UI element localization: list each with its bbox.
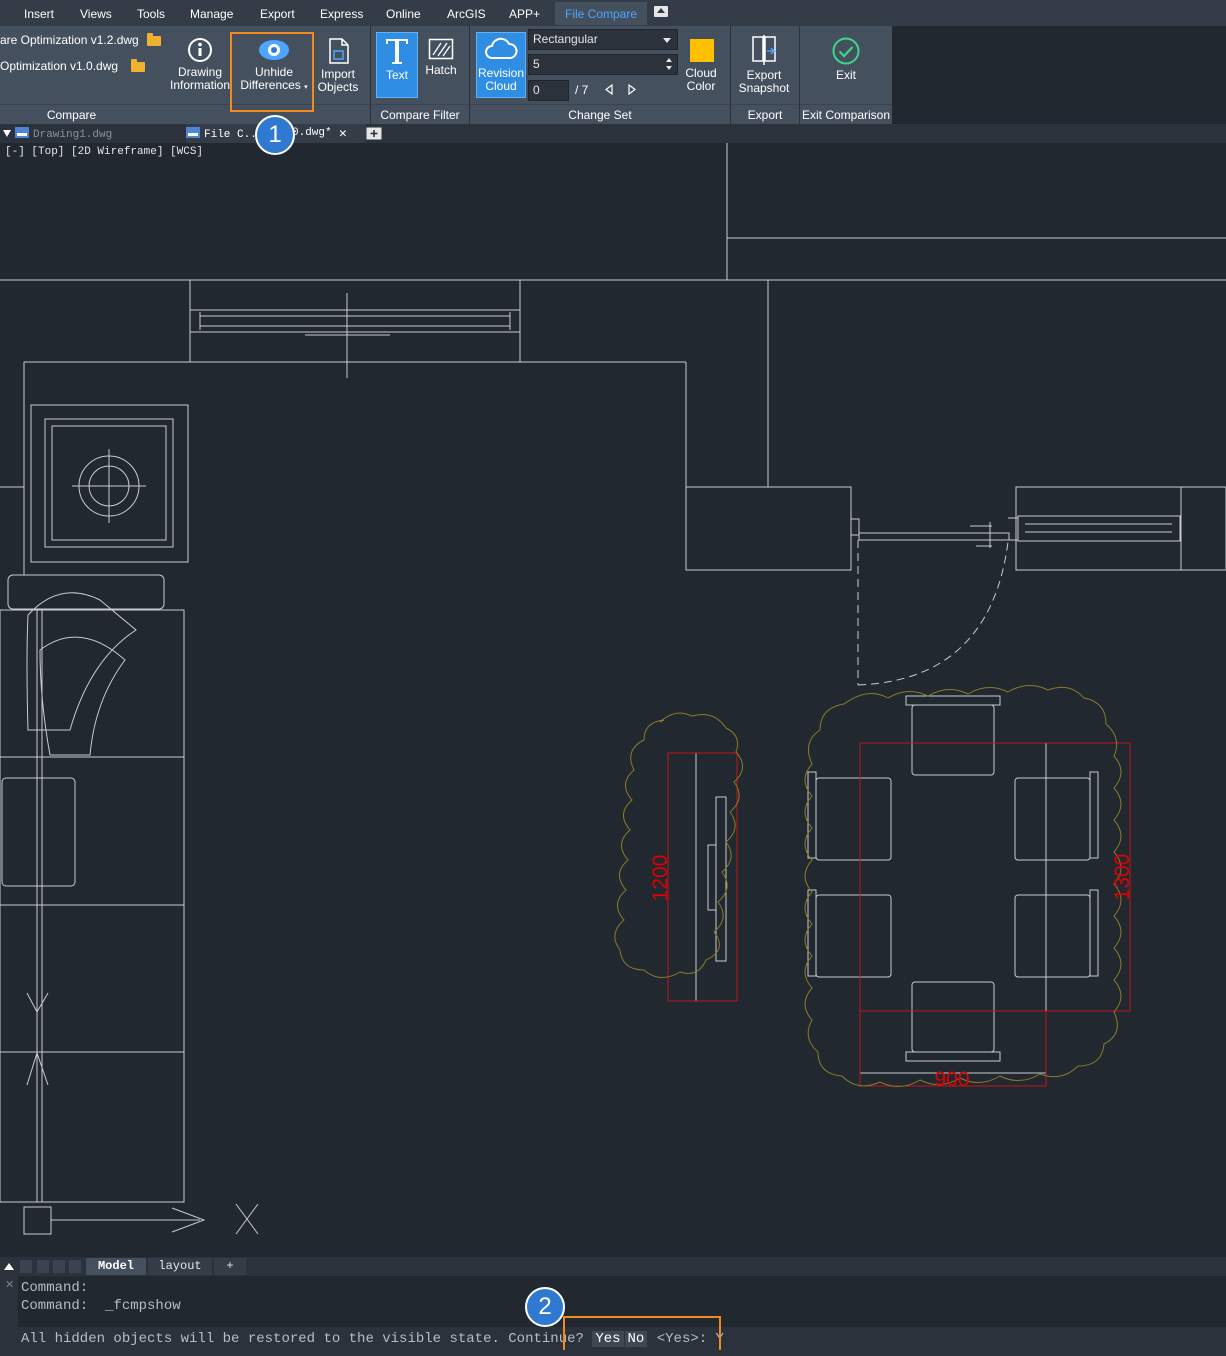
command-prompt-text: All hidden objects will be restored to t… xyxy=(21,1331,584,1347)
menu-manage[interactable]: Manage xyxy=(190,7,233,21)
add-layout-button[interactable]: + xyxy=(214,1258,246,1275)
first-layout-icon[interactable] xyxy=(20,1260,32,1273)
cloud-color-swatch[interactable] xyxy=(690,39,714,62)
info-icon xyxy=(188,38,212,62)
folder-icon[interactable] xyxy=(147,33,161,46)
dimension-900: 900 xyxy=(934,1068,969,1091)
dimension-1300: 1300 xyxy=(1111,854,1134,901)
command-history-line-1: Command: xyxy=(21,1280,89,1296)
spinner-icon[interactable] xyxy=(664,56,675,73)
export-snapshot-label-2: Snapshot xyxy=(738,81,790,95)
text-filter-label: Text xyxy=(385,68,408,82)
arc-size-value: 5 xyxy=(533,57,540,71)
hatch-filter-button[interactable]: Hatch xyxy=(422,37,460,97)
last-layout-icon[interactable] xyxy=(69,1260,81,1273)
import-objects-icon xyxy=(329,38,349,64)
exit-panel-title: Exit Comparison xyxy=(801,108,891,122)
compare-filter-panel-title: Compare Filter xyxy=(380,108,460,122)
command-gutter: ✕ xyxy=(0,1276,18,1356)
close-command-icon[interactable]: ✕ xyxy=(5,1278,14,1291)
tab-model[interactable]: Model xyxy=(86,1258,146,1275)
dimension-1200: 1200 xyxy=(649,855,672,902)
cloud-shape-select[interactable]: Rectangular xyxy=(528,29,678,50)
exit-comparison-button[interactable]: Exit xyxy=(820,36,872,96)
export-snapshot-button[interactable]: Export Snapshot xyxy=(734,34,794,96)
drawing-information-button[interactable]: Drawing Information xyxy=(168,37,232,97)
doc-tab-compare-label: File C.. xyxy=(204,129,257,141)
spinner-down-icon[interactable] xyxy=(666,66,672,70)
callout-badge-1: 1 xyxy=(255,115,295,155)
import-objects-button[interactable]: Import Objects xyxy=(314,37,362,97)
previous-change-icon[interactable] xyxy=(604,84,614,95)
floor-plan-drawing: 1200 1300 900 xyxy=(0,143,1226,1235)
status-bar xyxy=(0,1350,1226,1356)
check-circle-icon xyxy=(832,37,860,65)
close-icon[interactable]: ✕ xyxy=(339,126,347,141)
cloud-color-label-2: Color xyxy=(686,79,716,93)
ribbon-divider xyxy=(0,104,892,105)
ribbon-collapse-icon[interactable] xyxy=(654,6,668,17)
expand-up-icon[interactable] xyxy=(4,1262,14,1270)
revision-cloud-label-2: Cloud xyxy=(485,79,517,93)
drawing-information-label-2: Information xyxy=(169,78,231,92)
compare-file-old: Optimization v1.0.dwg xyxy=(0,59,119,73)
next-change-icon[interactable] xyxy=(627,84,637,95)
doc-tab-drawing1-label: Drawing1.dwg xyxy=(33,129,113,141)
menu-export[interactable]: Export xyxy=(260,7,295,21)
arc-size-stepper[interactable]: 5 xyxy=(528,54,678,75)
dwg-file-icon xyxy=(15,127,29,138)
change-index-value: 0 xyxy=(533,83,540,97)
chevron-down-icon xyxy=(663,38,671,43)
menu-arcgis[interactable]: ArcGIS xyxy=(447,7,486,21)
export-panel-title: Export xyxy=(747,108,783,122)
dwg-file-icon xyxy=(186,127,200,138)
menu-express[interactable]: Express xyxy=(320,7,363,21)
menu-views[interactable]: Views xyxy=(80,7,112,21)
change-total: / 7 xyxy=(575,83,589,97)
change-set-panel-title: Change Set xyxy=(568,108,632,122)
menu-bar: Insert Views Tools Manage Export Express… xyxy=(0,0,1226,26)
menu-app-plus[interactable]: APP+ xyxy=(509,7,540,21)
next-layout-icon[interactable] xyxy=(53,1260,65,1273)
hatch-icon xyxy=(428,38,454,60)
exit-label: Exit xyxy=(835,68,856,82)
change-index-field[interactable]: 0 xyxy=(528,80,569,101)
cloud-icon xyxy=(485,37,518,59)
compare-file-new: are Optimization v1.2.dwg xyxy=(0,33,139,47)
tab-layout[interactable]: layout xyxy=(148,1258,212,1275)
cloud-shape-value: Rectangular xyxy=(533,32,598,46)
previous-layout-icon[interactable] xyxy=(37,1260,49,1273)
revision-cloud-button[interactable]: Revision Cloud xyxy=(476,32,526,98)
menu-online[interactable]: Online xyxy=(386,7,421,21)
drawing-canvas[interactable]: [-] [Top] [2D Wireframe] [WCS] 1200 1300… xyxy=(0,143,1226,1257)
menu-tools[interactable]: Tools xyxy=(137,7,165,21)
doc-tab-drawing1[interactable]: Drawing1.dwg xyxy=(15,124,112,143)
export-snapshot-icon xyxy=(752,35,776,65)
folder-icon[interactable] xyxy=(131,59,145,72)
callout-highlight-unhide xyxy=(230,32,314,112)
menu-insert[interactable]: Insert xyxy=(24,7,54,21)
tab-menu-chevron-icon[interactable] xyxy=(3,130,11,137)
document-tabs: Drawing1.dwg File C.. 0.dwg* ✕ xyxy=(0,124,1226,143)
text-filter-button[interactable]: Text xyxy=(376,32,418,98)
compare-panel-title: Compare xyxy=(46,108,97,122)
layout-tabs: Model layout + xyxy=(0,1257,1226,1276)
command-history-line-2: Command: _fcmpshow xyxy=(21,1298,181,1314)
text-icon xyxy=(386,39,408,64)
import-objects-label-2: Objects xyxy=(317,80,359,94)
doc-tab-compare-label-tail: 0.dwg* xyxy=(292,127,332,139)
spinner-up-icon[interactable] xyxy=(666,58,672,62)
new-tab-icon[interactable] xyxy=(366,127,382,140)
hatch-filter-label: Hatch xyxy=(425,63,457,77)
menu-file-compare[interactable]: File Compare xyxy=(555,2,648,25)
callout-badge-2: 2 xyxy=(525,1287,565,1327)
ribbon: are Optimization v1.2.dwg Optimization v… xyxy=(0,26,892,124)
command-window: ✕ Command: Command: _fcmpshow All hidden… xyxy=(0,1276,1226,1356)
